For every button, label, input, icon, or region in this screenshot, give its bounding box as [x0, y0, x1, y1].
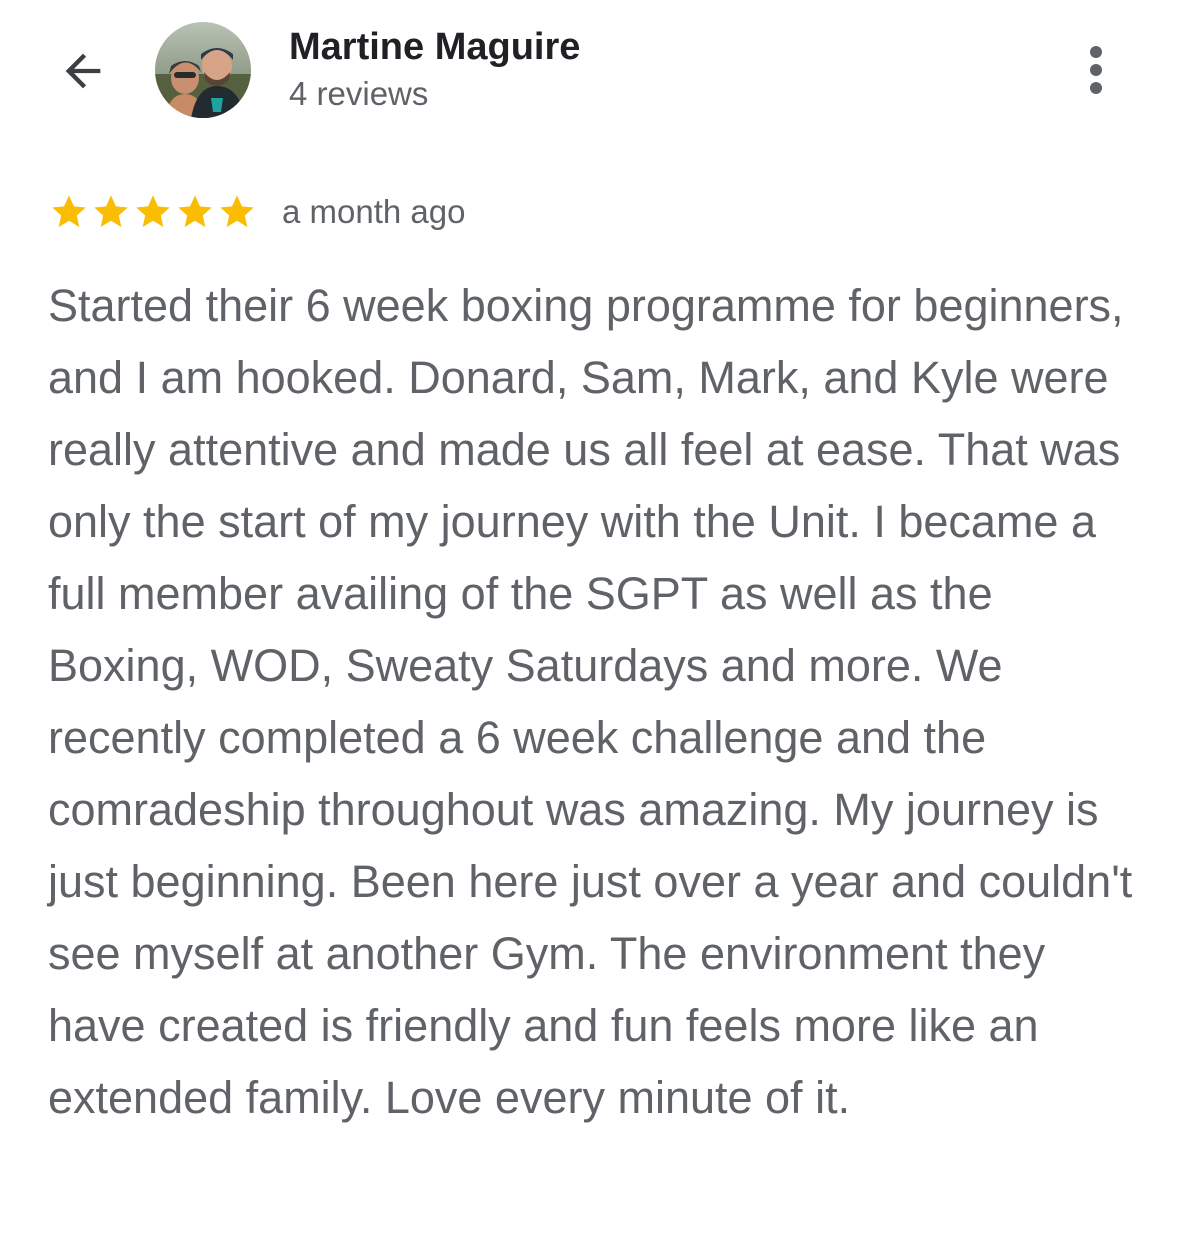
rating-row: a month ago [48, 186, 465, 238]
review-count[interactable]: 4 reviews [289, 74, 428, 114]
star-rating [48, 192, 258, 232]
reviewer-name[interactable]: Martine Maguire [289, 24, 580, 70]
avatar-photo [155, 22, 251, 118]
review-text: Started their 6 week boxing programme fo… [48, 280, 1133, 1123]
avatar[interactable] [155, 22, 251, 118]
arrow-left-icon [65, 53, 101, 89]
star-icon [52, 195, 86, 227]
back-button[interactable] [50, 38, 116, 104]
star-icon [220, 195, 254, 227]
review-date: a month ago [282, 193, 466, 230]
star-icon [136, 195, 170, 227]
review-header: Martine Maguire 4 reviews [0, 0, 1179, 150]
star-icon [94, 195, 128, 227]
more-vert-icon [1090, 46, 1102, 94]
more-options-button[interactable] [1066, 38, 1126, 102]
star-icon [178, 195, 212, 227]
